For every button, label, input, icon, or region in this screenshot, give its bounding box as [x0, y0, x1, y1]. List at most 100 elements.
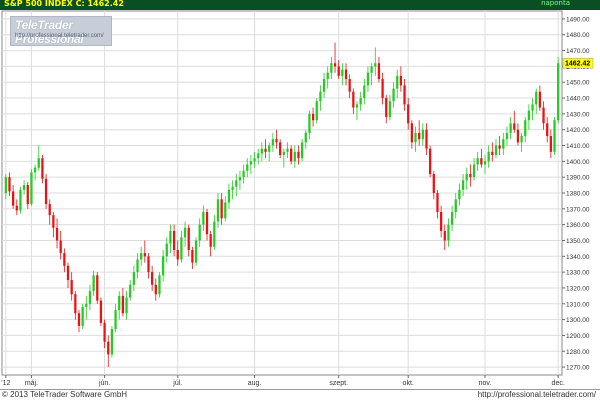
candle-body [125, 297, 128, 314]
y-tick-label: 1400.00 [566, 159, 590, 166]
last-price-label: 1462.42 [565, 61, 590, 68]
candle-body [4, 177, 7, 193]
candle-body [275, 139, 278, 143]
candle-body [129, 284, 132, 298]
y-tick-label: 1290.00 [566, 333, 590, 340]
candle-body [151, 272, 154, 285]
candle-body [257, 153, 260, 159]
candle-body [176, 249, 179, 260]
candle-body [458, 189, 461, 200]
candle-body [355, 104, 359, 108]
candle-body [436, 193, 439, 212]
candle-body [107, 341, 110, 355]
candlestick-chart[interactable]: 1270.00 1280.00 1290.00 1300.00 1310.00 1320.… [0, 9, 600, 389]
candle-body [388, 101, 392, 118]
candle-body [311, 113, 315, 121]
candle-body [333, 63, 337, 67]
candle-body [77, 313, 81, 326]
candle-body [271, 139, 274, 146]
candle-body [297, 151, 300, 159]
candle-body [370, 66, 373, 73]
candle-body [224, 202, 227, 219]
candle-body [158, 275, 161, 295]
candle-body [399, 75, 403, 86]
candle-body [465, 174, 468, 181]
candle-body [505, 132, 509, 140]
candle [194, 237, 198, 266]
candle-body [520, 136, 523, 143]
candle-body [308, 113, 311, 133]
candle-body [425, 129, 428, 149]
candle-body [553, 120, 556, 152]
candle-body [205, 211, 209, 235]
candle [557, 56, 560, 124]
candle [44, 174, 48, 209]
candle-body [59, 240, 62, 254]
candle-body [44, 178, 48, 205]
candle-body [286, 148, 289, 152]
symbol-label: S&P 500 INDEX C: 1462.42 [4, 0, 124, 8]
candle-body [352, 91, 355, 108]
candle-body [114, 310, 117, 330]
teletrader-logo: TeleTrader Professional http://professio… [10, 16, 112, 46]
candle-body [396, 75, 399, 89]
candle-body [461, 180, 465, 190]
candle-body [220, 199, 223, 219]
candle [30, 169, 33, 206]
y-tick-label: 1340.00 [566, 254, 590, 261]
candle-body [282, 151, 285, 156]
candle-body [546, 123, 549, 137]
candle-body [557, 63, 560, 121]
candle-body [213, 221, 216, 247]
candle-body [12, 191, 15, 206]
candle-body [443, 230, 446, 241]
y-tick-label: 1310.00 [566, 301, 590, 308]
candle-body [172, 230, 176, 250]
candle-body [180, 237, 183, 260]
candle [99, 297, 103, 326]
candle-body [450, 211, 454, 225]
candle-body [549, 136, 552, 152]
candle-body [260, 148, 264, 154]
candle [19, 186, 22, 214]
candle-body [26, 185, 29, 205]
candle-body [37, 158, 40, 168]
candle-body [381, 79, 384, 99]
candle-body [359, 98, 362, 105]
candle-body [491, 151, 494, 156]
y-tick-label: 1330.00 [566, 270, 590, 277]
candle-body [542, 107, 545, 124]
candle-body [191, 249, 194, 263]
footer-url[interactable]: http://professional.teletrader.com/ [478, 390, 596, 399]
candle-body [319, 91, 322, 102]
candle-body [85, 303, 88, 307]
candle-body [136, 259, 139, 273]
y-tick-label: 1410.00 [566, 143, 590, 150]
candle-body [121, 295, 125, 314]
candle-body [348, 79, 351, 92]
candle-body [48, 204, 51, 216]
y-tick-label: 1430.00 [566, 111, 590, 118]
candle-body [209, 234, 212, 247]
candle-body [469, 174, 472, 178]
candle [553, 117, 556, 156]
candle-body [55, 227, 59, 241]
candle-body [198, 224, 201, 241]
candle-body [480, 158, 483, 165]
candle-body [290, 148, 293, 162]
chart-area[interactable]: 1270.00 1280.00 1290.00 1300.00 1310.00 1320.… [0, 9, 600, 389]
candle-body [498, 145, 501, 149]
candle-body [472, 164, 476, 178]
candle-body [264, 148, 267, 152]
x-tick-label: szept. [329, 380, 348, 387]
y-tick-label: 1360.00 [566, 222, 590, 229]
candle-body [304, 132, 307, 143]
candle-body [169, 230, 172, 244]
candle-body [132, 272, 135, 285]
candle-body [513, 123, 516, 130]
candle-body [183, 227, 187, 238]
candle-body [8, 177, 11, 192]
candle-body [202, 211, 205, 225]
period-label[interactable]: naponta [541, 0, 570, 7]
candle-body [268, 145, 271, 152]
